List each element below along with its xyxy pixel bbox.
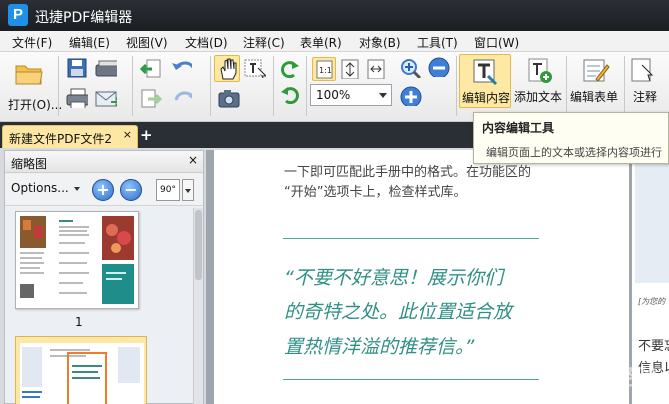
tab-close-icon[interactable]: ×	[123, 128, 132, 141]
thumbnail-zoom-out-icon[interactable]: −	[120, 179, 142, 201]
page-thumbnail[interactable]	[15, 211, 139, 309]
hand-icon	[220, 58, 237, 80]
page-image-placeholder	[635, 150, 669, 283]
menu-view[interactable]: 视图(V)	[126, 34, 168, 51]
add-text-label: 添加文本	[514, 90, 563, 104]
folder-icon	[15, 65, 43, 85]
rotate-clockwise-icon[interactable]	[279, 58, 301, 78]
redo-icon[interactable]	[170, 88, 192, 108]
edit-form-button[interactable]: 编辑表单	[568, 54, 622, 108]
thumbnail-zoom-in-icon[interactable]: +	[92, 179, 114, 201]
thumbnail-panel: 缩略图 × Options... + − 90° 1	[4, 150, 204, 404]
tab-document[interactable]: 新建文件PDF文件2 ×	[2, 125, 138, 148]
quote-line[interactable]: 置热情洋溢的推荐信。”	[284, 332, 474, 359]
tooltip-description: 编辑页面上的文本或选择内容项进行	[486, 146, 662, 159]
annotate-icon	[631, 58, 654, 82]
add-tab-icon[interactable]: +	[140, 128, 153, 143]
menu-object[interactable]: 对象(B)	[359, 34, 401, 51]
annotate-button[interactable]: 注释	[628, 54, 669, 108]
chevron-down-icon	[73, 186, 80, 191]
title-bar: P 迅捷PDF编辑器	[0, 0, 669, 31]
quote-line[interactable]: 的奇特之处。此位置适合放	[284, 297, 512, 324]
fit-page-icon[interactable]	[341, 59, 363, 79]
edit-content-label: 编辑内容	[462, 91, 511, 105]
zoom-out-icon[interactable]	[428, 57, 450, 77]
menu-tools[interactable]: 工具(T)	[417, 34, 458, 51]
menu-bar: 文件(F) 编辑(E) 视图(V) 文档(D) 注释(C) 表单(R) 对象(B…	[0, 31, 669, 52]
edit-content-tooltip: 内容编辑工具 编辑页面上的文本或选择内容项进行	[473, 112, 669, 164]
zoom-value: 100%	[316, 88, 351, 102]
tab-document-label: 新建文件PDF文件2	[9, 132, 113, 146]
select-text-icon[interactable]	[244, 58, 266, 78]
app-logo-icon: P	[8, 4, 28, 26]
body-line: 不要忘	[638, 339, 669, 354]
divider-line	[283, 379, 539, 380]
snapshot-icon[interactable]	[218, 88, 240, 108]
zoom-in-icon[interactable]	[400, 86, 422, 106]
open-button[interactable]: 打开(O)...	[8, 58, 62, 116]
thumbnail-panel-header: 缩略图 ×	[5, 151, 203, 173]
app-title: 迅捷PDF编辑器	[35, 10, 133, 26]
zoom-select[interactable]: 100%	[310, 84, 392, 106]
options-dropdown[interactable]: Options...	[11, 181, 80, 195]
page-thumbnail-selected[interactable]	[15, 336, 147, 404]
tooltip-title: 内容编辑工具	[482, 121, 555, 135]
quote-line[interactable]: “不要不好意思！展示你们	[284, 263, 503, 290]
body-line: 一下即可匹配此手册中的格式。在功能区的	[284, 165, 532, 180]
chevron-down-icon	[379, 93, 387, 98]
open-label: 打开(O)...	[8, 98, 63, 112]
options-label: Options...	[11, 181, 69, 195]
rotate-thumbnail-button[interactable]: 90°	[156, 179, 180, 201]
panel-close-icon[interactable]: ×	[188, 153, 198, 167]
body-line: “开始”选项卡上，检查样式库。	[284, 185, 467, 200]
page-thumbnail-preview	[20, 216, 134, 304]
menu-edit[interactable]: 编辑(E)	[69, 34, 110, 51]
thumbnail-panel-title: 缩略图	[11, 157, 48, 171]
divider-line	[283, 238, 539, 239]
body-paragraph[interactable]: 一下即可匹配此手册中的格式。在功能区的 “开始”选项卡上，检查样式库。	[284, 163, 531, 203]
rotate-counterclockwise-icon[interactable]	[279, 84, 301, 104]
edit-content-icon	[473, 59, 498, 86]
hand-tool-button[interactable]	[214, 55, 240, 82]
menu-document[interactable]: 文档(D)	[185, 34, 228, 51]
thumbnail-scrollbar[interactable]	[193, 208, 203, 404]
save-icon[interactable]	[66, 58, 88, 78]
annotate-label: 注释	[633, 90, 658, 104]
fit-width-icon[interactable]	[367, 59, 389, 79]
menu-comment[interactable]: 注释(C)	[243, 34, 285, 51]
page-number-label: 1	[75, 315, 83, 329]
scrollbar-thumb[interactable]	[195, 210, 202, 280]
image-caption: [为您的	[638, 297, 666, 306]
add-text-icon	[528, 58, 552, 83]
baidu-watermark: Baidu经验	[540, 366, 655, 391]
thumbnail-toolbar: Options... + − 90°	[5, 174, 203, 206]
page-thumbnail-preview	[20, 343, 144, 404]
edit-form-label: 编辑表单	[570, 90, 619, 104]
scanner-icon[interactable]	[95, 58, 117, 78]
rotate-dropdown-icon[interactable]	[182, 179, 194, 201]
svg-text:1:1: 1:1	[319, 66, 332, 75]
actual-size-icon: 1:1	[316, 60, 333, 79]
add-text-button[interactable]: 添加文本	[512, 54, 566, 108]
print-icon[interactable]	[66, 88, 88, 108]
edit-content-button[interactable]: 编辑内容	[459, 54, 511, 108]
undo-icon[interactable]	[170, 58, 192, 78]
menu-window[interactable]: 窗口(W)	[474, 34, 519, 51]
actual-size-button[interactable]: 1:1	[312, 57, 336, 81]
menu-form[interactable]: 表单(R)	[300, 34, 342, 51]
email-icon[interactable]	[95, 88, 117, 108]
edit-form-icon	[583, 59, 610, 82]
menu-file[interactable]: 文件(F)	[12, 34, 52, 51]
import-icon[interactable]	[140, 58, 162, 78]
zoom-in-magnifier-icon[interactable]	[400, 58, 422, 78]
export-icon[interactable]	[140, 88, 162, 108]
